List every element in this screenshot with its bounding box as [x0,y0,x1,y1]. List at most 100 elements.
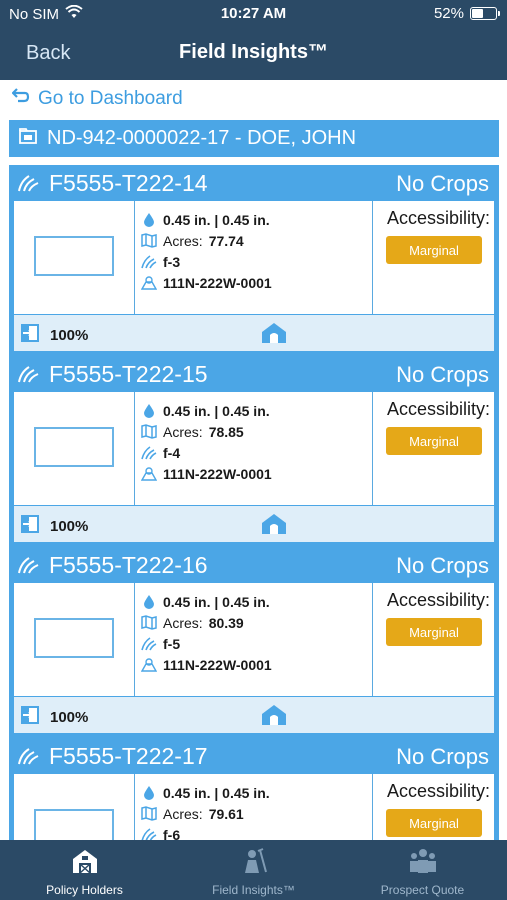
accessibility-badge[interactable]: Marginal [386,427,482,455]
barn-icon [71,848,99,877]
tab-policy-holders[interactable]: Policy Holders [0,840,169,900]
acres-row: Acres: 80.39 [141,612,372,633]
folder-icon [19,127,37,150]
field-card-header: F5555-T222-14 No Crops [9,165,499,201]
acres-label: Acres: [163,232,203,249]
accessibility-label: Accessibility: [386,399,490,419]
field-rows-small-icon [141,254,157,270]
field-rows-icon [17,364,39,389]
tab-prospect-quote[interactable]: Prospect Quote [338,840,507,900]
coverage-percent: 100% [50,327,89,344]
accessibility-badge[interactable]: Marginal [386,236,482,264]
map-icon [141,233,157,249]
battery-fill [472,9,484,18]
accessibility-badge[interactable]: Marginal [386,809,482,837]
field-rows-icon [17,555,39,580]
field-card-body: 0.45 in. | 0.45 in. Acres: 77.74 f-3 111… [14,201,494,314]
field-thumbnail[interactable] [34,236,114,276]
tab-label: Prospect Quote [380,883,465,897]
acres-label: Acres: [163,614,203,631]
field-name: F5555-T222-16 [49,552,208,578]
raindrop-icon [141,403,157,419]
legal-description: 111N-222W-0001 [163,274,272,291]
battery-group: 52% [433,5,500,22]
field-card[interactable]: F5555-T222-14 No Crops 0.45 in. | 0.45 i… [9,165,499,357]
field-thumbnail-cell [14,583,135,696]
raindrop-icon [141,785,157,801]
field-name: F5555-T222-17 [49,743,208,769]
acres-row: Acres: 79.61 [141,803,372,824]
crop-status: No Crops [396,362,489,387]
field-id-row: f-5 [141,633,372,654]
rainfall-row: 0.45 in. | 0.45 in. [141,209,372,230]
tab-label: Policy Holders [46,883,123,897]
policy-header[interactable]: ND-942-0000022-17 - DOE, JOHN [9,120,499,157]
go-to-dashboard-link[interactable]: Go to Dashboard [11,86,183,112]
accessibility-badge[interactable]: Marginal [386,618,482,646]
field-card-header: F5555-T222-16 No Crops [9,547,499,583]
field-rows-icon [17,746,39,771]
tab-bar: Policy Holders Field Insights™ Prospect … [0,840,507,900]
accessibility-label: Accessibility: [386,781,490,801]
battery-icon [470,7,500,20]
field-thumbnail[interactable] [34,427,114,467]
rainfall-row: 0.45 in. | 0.45 in. [141,782,372,803]
field-name: F5555-T222-14 [49,170,208,196]
legal-description: 111N-222W-0001 [163,465,272,482]
field-details: 0.45 in. | 0.45 in. Acres: 78.85 f-4 111… [136,392,373,505]
field-card-header: F5555-T222-15 No Crops [9,356,499,392]
field-rows-small-icon [141,445,157,461]
field-rows-icon [17,173,39,198]
rainfall-value: 0.45 in. | 0.45 in. [163,402,270,419]
location-pin-icon [141,275,157,291]
nav-bar: Back Field Insights™ [0,36,507,70]
rainfall-value: 0.45 in. | 0.45 in. [163,593,270,610]
battery-percent: 52% [433,5,464,22]
field-id-value: f-5 [163,635,181,652]
map-icon [141,806,157,822]
rainfall-row: 0.45 in. | 0.45 in. [141,591,372,612]
accessibility-cell: Accessibility: Marginal [374,583,494,696]
field-card-footer: 100% [14,315,494,351]
tab-field-insights[interactable]: Field Insights™ [169,840,338,900]
accessibility-label: Accessibility: [386,208,490,228]
legal-row: 111N-222W-0001 [141,463,372,484]
acres-label: Acres: [163,805,203,822]
field-card[interactable]: F5555-T222-15 No Crops 0.45 in. | 0.45 i… [9,356,499,548]
people-icon [407,848,439,877]
acres-row: Acres: 77.74 [141,230,372,251]
field-card[interactable]: F5555-T222-16 No Crops 0.45 in. | 0.45 i… [9,547,499,739]
field-card-body: 0.45 in. | 0.45 in. Acres: 78.85 f-4 111… [14,392,494,505]
policy-label: ND-942-0000022-17 - DOE, JOHN [47,127,357,149]
door-exit-icon [20,323,42,348]
field-thumbnail-cell [14,201,135,314]
field-rows-small-icon [141,636,157,652]
field-thumbnail[interactable] [34,618,114,658]
return-arrow-icon [11,88,30,110]
farm-building-icon[interactable] [261,322,287,349]
field-name: F5555-T222-15 [49,361,208,387]
farm-building-icon[interactable] [261,704,287,731]
door-exit-icon [20,514,42,539]
status-bar: No SIM 10:27 AM 52% [0,4,507,25]
map-icon [141,615,157,631]
crop-status: No Crops [396,744,489,769]
acres-label: Acres: [163,423,203,440]
field-id-value: f-3 [163,253,181,270]
rainfall-row: 0.45 in. | 0.45 in. [141,400,372,421]
page-title: Field Insights™ [179,41,328,63]
field-details: 0.45 in. | 0.45 in. Acres: 77.74 f-3 111… [136,201,373,314]
tab-label: Field Insights™ [212,883,295,897]
dashboard-link-label: Go to Dashboard [38,88,183,109]
field-card-footer: 100% [14,697,494,733]
rainfall-value: 0.45 in. | 0.45 in. [163,784,270,801]
crop-status: No Crops [396,171,489,196]
acres-value: 77.74 [208,232,244,249]
farmer-icon [240,848,268,877]
farm-building-icon[interactable] [261,513,287,540]
field-id-row: f-3 [141,251,372,272]
field-card-header: F5555-T222-17 No Crops [9,738,499,774]
raindrop-icon [141,594,157,610]
field-id-row: f-4 [141,442,372,463]
coverage-percent: 100% [50,709,89,726]
